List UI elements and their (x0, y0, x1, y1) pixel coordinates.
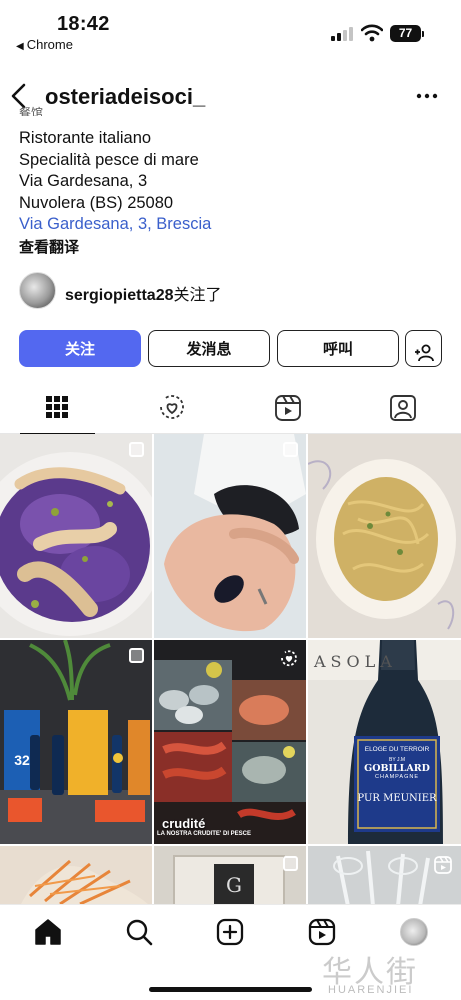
bio-line: Specialità pesce di mare (19, 150, 199, 169)
post-thumbnail[interactable] (308, 434, 461, 638)
post-thumbnail[interactable] (0, 846, 152, 904)
home-icon[interactable] (33, 917, 63, 947)
wine-label-line: PUR MEUNIER (357, 793, 437, 804)
multi-post-badge-icon (283, 442, 298, 457)
profile-username: osteriadeisoci_ (45, 84, 206, 109)
multi-post-badge-icon (129, 442, 144, 457)
tab-reposts[interactable] (115, 386, 230, 434)
post-image (308, 434, 461, 638)
bio-line: Ristorante italiano (19, 129, 152, 147)
more-options-icon[interactable] (416, 93, 438, 99)
post-caption-title: crudité (162, 816, 206, 831)
post-image (154, 434, 306, 638)
create-icon[interactable] (215, 917, 245, 947)
post-thumbnail[interactable]: crudité LA NOSTRA CRUDITE' DI PESCE (154, 640, 306, 844)
add-person-icon (414, 344, 434, 362)
posts-grid: 32 crudité LA NOSTRA CRUDITE' DI PESCE A… (0, 434, 461, 904)
grid-icon (46, 396, 68, 418)
tab-reels[interactable] (230, 386, 345, 434)
bottom-nav: 华人街 HUARENJIEI (0, 904, 461, 1000)
wine-label-line: GOBILLARD (364, 763, 430, 774)
svg-text:G: G (226, 873, 242, 897)
cellular-signal-icon (331, 27, 355, 41)
post-image: G (154, 846, 306, 904)
call-button[interactable]: 呼叫 (277, 330, 399, 367)
followed-suffix: 关注了 (173, 287, 222, 304)
bio-clipped-category: 餐馆 (19, 106, 44, 116)
search-icon[interactable] (124, 917, 154, 947)
message-button[interactable]: 发消息 (148, 330, 270, 367)
see-translation-link[interactable]: 查看翻译 (19, 237, 211, 259)
post-thumbnail[interactable]: ASOLA ELOGE DU TERROIR BY J.M GOBILLARD … (308, 640, 461, 844)
post-thumbnail[interactable] (154, 434, 306, 638)
profile-actions: 关注 发消息 呼叫 (19, 330, 443, 368)
followed-by-text: sergiopietta28关注了 (65, 281, 222, 305)
wine-label-line: CHAMPAGNE (374, 774, 420, 780)
post-image: 32 (0, 640, 152, 844)
location-link[interactable]: Via Gardesana, 3, Brescia (19, 214, 211, 236)
post-image (154, 640, 306, 844)
post-image (0, 434, 152, 638)
tab-tagged[interactable] (345, 386, 460, 434)
reel-badge-icon (434, 856, 452, 874)
svg-text:32: 32 (14, 752, 30, 768)
reel-badge-icon (281, 650, 297, 667)
post-thumbnail[interactable] (308, 846, 461, 904)
status-time: 18:42 (57, 13, 110, 35)
follow-button[interactable]: 关注 (19, 330, 141, 367)
reels-heart-icon (160, 395, 184, 419)
battery-cap (422, 31, 424, 37)
tagged-icon (390, 395, 416, 421)
reels-icon (275, 395, 301, 421)
watermark-logo: 华人街 HUARENJIEI (322, 947, 450, 997)
wifi-icon (361, 24, 383, 42)
reels-icon[interactable] (307, 917, 337, 947)
wine-label-line: ELOGE DU TERROIR (364, 746, 430, 753)
bio: Ristorante italiano Specialità pesce di … (19, 128, 211, 258)
back-app-label: Chrome (26, 37, 73, 52)
multi-post-badge-icon (283, 856, 298, 871)
post-caption-sub: LA NOSTRA CRUDITE' DI PESCE (157, 831, 251, 837)
tab-posts[interactable] (0, 386, 115, 435)
home-indicator[interactable] (149, 987, 312, 992)
post-image (308, 846, 461, 904)
back-triangle-icon: ◀ (16, 41, 24, 52)
suggested-users-button[interactable] (405, 330, 442, 367)
follower-username: sergiopietta28 (65, 287, 174, 304)
multi-post-badge-icon (129, 648, 144, 663)
post-thumbnail[interactable]: 32 (0, 640, 152, 844)
post-image (0, 846, 152, 904)
status-bar: 18:42 ◀ Chrome 77 (0, 0, 461, 62)
bio-line: Nuvolera (BS) 25080 (19, 193, 174, 212)
profile-avatar[interactable] (400, 918, 428, 946)
profile-tabs (0, 386, 461, 435)
battery-icon: 77 (390, 25, 421, 42)
bio-line: Via Gardesana, 3 (19, 172, 148, 190)
back-to-app-link[interactable]: ◀ Chrome (16, 37, 73, 52)
wine-label: ELOGE DU TERROIR BY J.M GOBILLARD CHAMPA… (354, 744, 440, 804)
profile-header: osteriadeisoci_ (0, 76, 461, 116)
post-thumbnail[interactable]: G (154, 846, 306, 904)
follower-avatar (19, 272, 56, 309)
watermark-sub: HUARENJIEI (328, 984, 414, 996)
post-thumbnail[interactable] (0, 434, 152, 638)
wine-top-text: ASOLA (314, 652, 397, 671)
